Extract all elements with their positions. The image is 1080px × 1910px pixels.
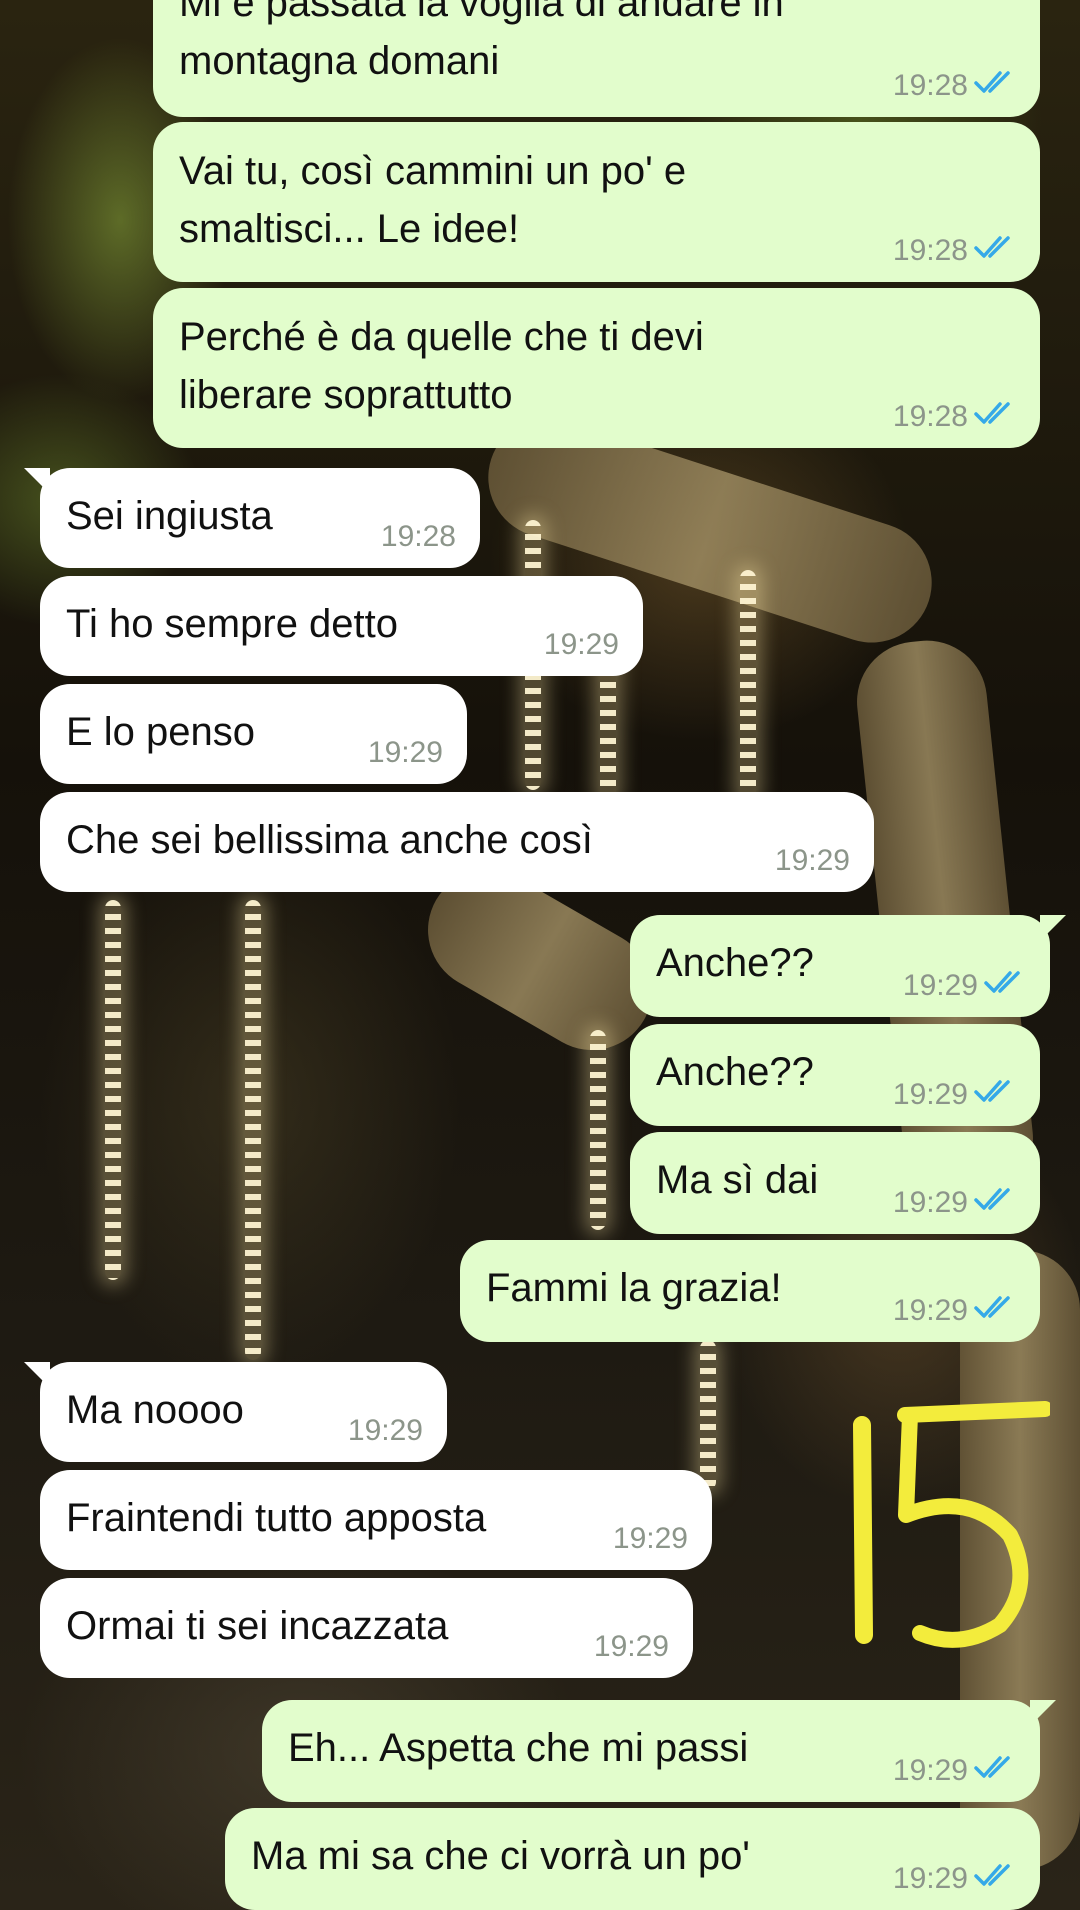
message-text: Sei ingiusta	[66, 494, 273, 538]
message-text: Ma mi sa che ci vorrà un po'	[251, 1834, 750, 1878]
message-time: 19:29	[892, 1186, 968, 1219]
string-lights	[105, 900, 121, 1280]
incoming-message[interactable]: Fraintendi tutto apposta 19:29	[40, 1470, 712, 1570]
incoming-message[interactable]: E lo penso 19:29	[40, 684, 467, 784]
message-meta: 19:29	[544, 628, 619, 662]
message-text: Fraintendi tutto apposta	[66, 1496, 487, 1540]
string-lights	[590, 1030, 606, 1230]
double-check-read-icon	[974, 1754, 1018, 1788]
bubble-tail	[24, 1362, 50, 1388]
bubble-tail	[1040, 915, 1066, 941]
message-meta: 19:29	[893, 1754, 1018, 1788]
message-meta: 19:28	[381, 520, 456, 554]
message-meta: 19:29	[613, 1522, 688, 1556]
message-meta: 19:29	[368, 736, 443, 770]
double-check-read-icon	[974, 1862, 1018, 1896]
double-check-read-icon	[974, 400, 1018, 434]
bubble-tail	[1030, 1700, 1056, 1726]
outgoing-message[interactable]: Vai tu, così cammini un po' e smaltisci.…	[153, 122, 1040, 282]
outgoing-message[interactable]: Anche?? 19:29	[630, 1024, 1040, 1126]
message-text: Ti ho sempre detto	[66, 602, 399, 646]
message-time: 19:29	[367, 736, 443, 769]
message-time: 19:29	[543, 628, 619, 661]
outgoing-message[interactable]: Mi è passata la voglia di andare in mont…	[153, 0, 1040, 117]
message-text: Eh... Aspetta che mi passi	[288, 1726, 749, 1770]
message-meta: 19:28	[893, 400, 1018, 434]
message-text: Che sei bellissima anche così	[66, 818, 593, 862]
message-meta: 19:29	[903, 969, 1028, 1003]
message-time: 19:29	[892, 1754, 968, 1787]
string-lights	[700, 1340, 716, 1490]
string-lights	[245, 900, 261, 1360]
bubble-tail	[24, 468, 50, 494]
double-check-read-icon	[974, 69, 1018, 103]
message-text: Mi è passata la voglia di andare in mont…	[179, 0, 784, 83]
message-text: Ma sì dai	[656, 1158, 819, 1202]
message-time: 19:29	[892, 1294, 968, 1327]
incoming-message[interactable]: Sei ingiusta 19:28	[24, 468, 480, 568]
message-meta: 19:28	[893, 69, 1018, 103]
message-meta: 19:29	[775, 844, 850, 878]
outgoing-message[interactable]: Anche?? 19:29	[630, 915, 1066, 1017]
message-time: 19:28	[892, 69, 968, 102]
message-time: 19:29	[892, 1078, 968, 1111]
message-time: 19:29	[612, 1522, 688, 1555]
message-time: 19:29	[774, 844, 850, 877]
double-check-read-icon	[974, 1186, 1018, 1220]
incoming-message[interactable]: Ti ho sempre detto 19:29	[40, 576, 643, 676]
outgoing-message[interactable]: Ma mi sa che ci vorrà un po' 19:29	[225, 1808, 1040, 1910]
outgoing-message[interactable]: Eh... Aspetta che mi passi 19:29	[262, 1700, 1056, 1802]
double-check-read-icon	[974, 1078, 1018, 1112]
message-text: E lo penso	[66, 710, 256, 754]
message-time: 19:28	[892, 234, 968, 267]
message-time: 19:29	[902, 969, 978, 1002]
message-text: Ormai ti sei incazzata	[66, 1604, 449, 1648]
message-meta: 19:29	[348, 1414, 423, 1448]
outgoing-message[interactable]: Ma sì dai 19:29	[630, 1132, 1040, 1234]
handwritten-annotation	[853, 1401, 1050, 1648]
double-check-read-icon	[974, 234, 1018, 268]
message-time: 19:28	[380, 520, 456, 553]
message-text: Perché è da quelle che ti devi liberare …	[179, 315, 704, 417]
message-text: Anche??	[656, 941, 814, 985]
message-text: Ma noooo	[66, 1388, 244, 1432]
message-meta: 19:28	[893, 234, 1018, 268]
message-meta: 19:29	[594, 1630, 669, 1664]
incoming-message[interactable]: Ma noooo 19:29	[24, 1362, 447, 1462]
message-time: 19:29	[892, 1862, 968, 1895]
double-check-read-icon	[974, 1294, 1018, 1328]
message-meta: 19:29	[893, 1294, 1018, 1328]
message-meta: 19:29	[893, 1078, 1018, 1112]
string-lights	[740, 570, 756, 800]
message-time: 19:29	[593, 1630, 669, 1663]
double-check-read-icon	[984, 969, 1028, 1003]
incoming-message[interactable]: Ormai ti sei incazzata 19:29	[40, 1578, 693, 1678]
message-text: Fammi la grazia!	[486, 1266, 782, 1310]
message-time: 19:28	[892, 400, 968, 433]
message-text: Vai tu, così cammini un po' e smaltisci.…	[179, 149, 687, 251]
message-meta: 19:29	[893, 1186, 1018, 1220]
incoming-message[interactable]: Che sei bellissima anche così 19:29	[40, 792, 874, 892]
message-text: Anche??	[656, 1050, 814, 1094]
message-time: 19:29	[347, 1414, 423, 1447]
outgoing-message[interactable]: Perché è da quelle che ti devi liberare …	[153, 288, 1040, 448]
outgoing-message[interactable]: Fammi la grazia! 19:29	[460, 1240, 1040, 1342]
message-meta: 19:29	[893, 1862, 1018, 1896]
